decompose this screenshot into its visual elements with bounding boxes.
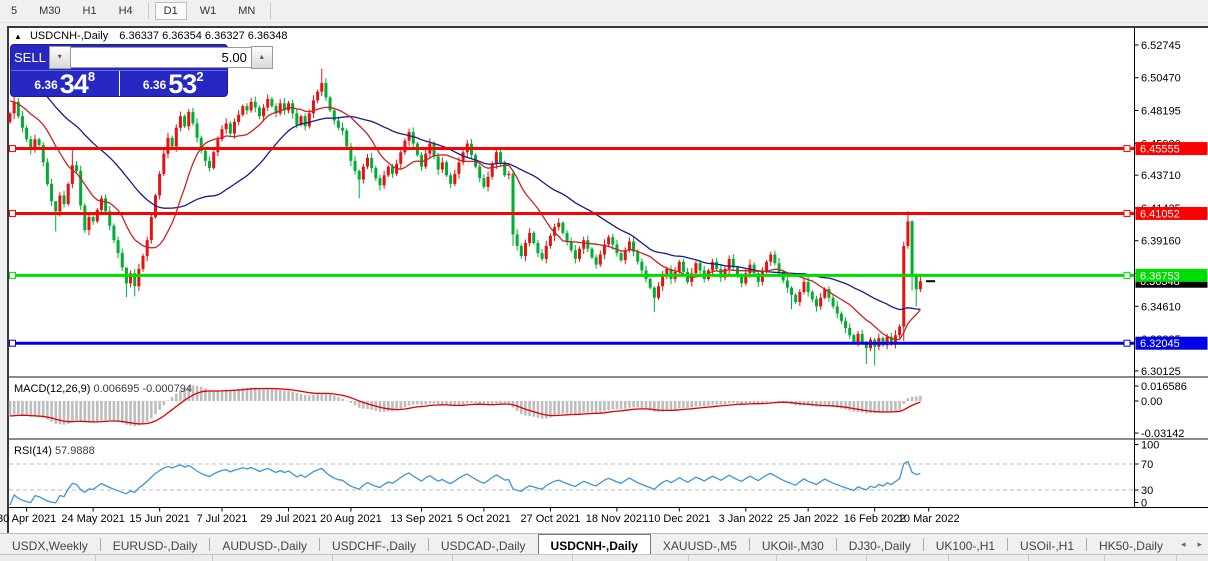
- chart-tab-usdchf-daily[interactable]: USDCHF-,Daily: [320, 534, 428, 555]
- svg-text:70: 70: [1141, 459, 1153, 471]
- sell-button[interactable]: SELL: [14, 50, 46, 65]
- chart-tab-usdcnh-daily[interactable]: USDCNH-,Daily: [537, 534, 651, 555]
- chart-tab-usdx-weekly[interactable]: USDX,Weekly: [0, 534, 100, 555]
- svg-text:3 Jan 2022: 3 Jan 2022: [719, 513, 773, 525]
- mt4-application: 5M30H1H4D1W1MN 6.527456.504706.481956.45…: [0, 0, 1208, 561]
- svg-text:6.43710: 6.43710: [1141, 170, 1181, 182]
- svg-text:20 Aug 2021: 20 Aug 2021: [320, 513, 382, 525]
- svg-text:6.32045: 6.32045: [1140, 338, 1180, 350]
- buy-button[interactable]: BUY: [276, 50, 303, 65]
- svg-text:6.30125: 6.30125: [1141, 366, 1181, 378]
- price-level-line-6.36753[interactable]: 6.36753: [9, 268, 1208, 283]
- chart-tab-audusd-daily[interactable]: AUDUSD-,Daily: [210, 534, 319, 555]
- tab-scroll-right-icon[interactable]: ▸: [1192, 539, 1208, 550]
- rsi-indicator-label: RSI(14) 57.9888: [14, 445, 95, 457]
- svg-text:25 Jan 2022: 25 Jan 2022: [778, 513, 839, 525]
- buy-price-sup: 2: [196, 69, 204, 84]
- price-level-line-6.45555[interactable]: 6.45555: [9, 142, 1208, 156]
- chart-tab-hk50-daily[interactable]: HK50-,Daily: [1087, 534, 1175, 555]
- svg-text:13 Sep 2021: 13 Sep 2021: [390, 513, 452, 525]
- sell-price-big: 34: [59, 69, 89, 99]
- ma-slow-line: [9, 62, 921, 311]
- svg-text:15 Jun 2021: 15 Jun 2021: [129, 513, 190, 525]
- sell-price-prefix: 6.36: [34, 78, 58, 92]
- chart-tab-usoil-h1[interactable]: USOil-,H1: [1008, 534, 1086, 555]
- svg-text:16 Feb 2022: 16 Feb 2022: [844, 513, 906, 525]
- sell-price-sup: 8: [87, 69, 96, 84]
- volume-stepper: ▾ ▴: [48, 46, 273, 69]
- svg-text:29 Jul 2021: 29 Jul 2021: [260, 513, 317, 525]
- macd-axis: 0.016586 0.00 -0.03142: [1134, 381, 1187, 440]
- svg-text:24 May 2021: 24 May 2021: [61, 513, 125, 525]
- chart-title: ▲ USDCNH-,Daily 6.36337 6.36354 6.36327 …: [14, 30, 288, 42]
- chart-tab-uk100-h1[interactable]: UK100-,H1: [924, 534, 1007, 555]
- chart-tab-dj30-daily[interactable]: DJ30-,Daily: [837, 534, 923, 555]
- buy-price[interactable]: 6.36 53 2: [120, 69, 228, 99]
- svg-text:6.50470: 6.50470: [1141, 73, 1181, 85]
- svg-text:-0.03142: -0.03142: [1141, 428, 1184, 440]
- svg-text:10 Mar 2022: 10 Mar 2022: [898, 513, 960, 525]
- volume-decrease-button[interactable]: ▾: [48, 46, 71, 69]
- chart-ohlc-values: 6.36337 6.36354 6.36327 6.36348: [119, 30, 288, 42]
- svg-text:6.48195: 6.48195: [1141, 106, 1181, 118]
- buy-price-prefix: 6.36: [142, 78, 167, 92]
- volume-increase-button[interactable]: ▴: [250, 46, 273, 69]
- svg-text:30: 30: [1141, 485, 1153, 497]
- rsi-axis: 100 70 300: [1134, 440, 1159, 510]
- volume-input[interactable]: [70, 47, 251, 68]
- svg-text:0.016586: 0.016586: [1141, 381, 1187, 393]
- svg-text:100: 100: [1141, 440, 1159, 452]
- svg-text:10 Dec 2021: 10 Dec 2021: [648, 513, 710, 525]
- svg-text:6.34610: 6.34610: [1141, 301, 1181, 313]
- ma-fast-line: [9, 100, 921, 341]
- date-axis: 30 Apr 2021 24 May 2021 15 Jun 2021 7 Jul 2…: [0, 507, 960, 525]
- macd-indicator-label: MACD(12,26,9) 0.006695 -0.000794: [14, 383, 192, 395]
- chart-tab-xauusd-m5[interactable]: XAUUSD-,M5: [651, 534, 749, 555]
- one-click-trade-panel: SELL ▾ ▴ BUY 6.36 34 8 6.36 53 2: [10, 44, 303, 99]
- svg-text:7 Jul 2021: 7 Jul 2021: [197, 513, 248, 525]
- svg-text:6.39160: 6.39160: [1141, 236, 1181, 248]
- buy-price-big: 53: [168, 69, 197, 99]
- rsi-line: [9, 460, 921, 506]
- chart-tab-eurusd-daily[interactable]: EURUSD-,Daily: [101, 534, 210, 555]
- chart-symbol-label: USDCNH-,Daily: [29, 30, 109, 42]
- bottom-strip: [0, 554, 1208, 561]
- price-level-line-6.32045[interactable]: 6.32045: [9, 336, 1208, 351]
- tab-scroll-left-icon[interactable]: ◂: [1175, 539, 1192, 550]
- collapse-triangle-icon[interactable]: ▲: [14, 32, 22, 41]
- price-level-line-6.41052[interactable]: 6.41052: [9, 206, 1208, 221]
- svg-text:5 Oct 2021: 5 Oct 2021: [457, 513, 511, 525]
- svg-text:0.00: 0.00: [1141, 396, 1162, 408]
- chart-tab-usdcad-daily[interactable]: USDCAD-,Daily: [429, 534, 538, 555]
- svg-text:6.36753: 6.36753: [1140, 270, 1180, 282]
- svg-text:0: 0: [1141, 498, 1147, 510]
- svg-text:30 Apr 2021: 30 Apr 2021: [0, 513, 56, 525]
- svg-text:27 Oct 2021: 27 Oct 2021: [520, 513, 580, 525]
- chart-tab-ukoil-m30[interactable]: UKOil-,M30: [750, 534, 836, 555]
- svg-text:6.52745: 6.52745: [1141, 40, 1181, 52]
- svg-text:6.41052: 6.41052: [1140, 208, 1180, 220]
- candles: [8, 68, 922, 366]
- svg-text:6.45555: 6.45555: [1140, 144, 1180, 156]
- sell-price[interactable]: 6.36 34 8: [11, 69, 120, 99]
- svg-text:18 Nov 2021: 18 Nov 2021: [586, 513, 648, 525]
- chart-tab-bar: USDX,Weekly EURUSD-,Daily AUDUSD-,Daily USD…: [0, 533, 1208, 555]
